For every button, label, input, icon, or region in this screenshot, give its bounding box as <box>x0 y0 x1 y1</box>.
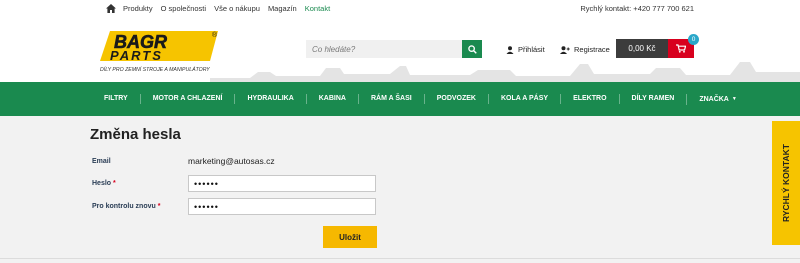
nav-filtry[interactable]: FILTRY <box>96 94 140 104</box>
nav-podvozek[interactable]: PODVOZEK <box>423 94 488 104</box>
top-nav-o-spolecnosti[interactable]: O společnosti <box>161 4 206 13</box>
nav-elektro[interactable]: ELEKTRO <box>560 94 618 104</box>
top-nav-magazin[interactable]: Magazín <box>268 4 297 13</box>
top-nav-produkty[interactable]: Produkty <box>123 4 153 13</box>
quick-contact-tab-label: RYCHLÝ KONTAKT <box>781 144 792 222</box>
svg-text:®: ® <box>212 31 218 39</box>
nav-kabina[interactable]: KABINA <box>305 94 358 104</box>
category-nav: FILTRY MOTOR A CHLAZENÍ HYDRAULIKA KABIN… <box>0 82 800 116</box>
register-label: Registrace <box>574 45 610 54</box>
password-label: Heslo * <box>92 180 116 187</box>
nav-znacka-label: ZNAČKA <box>699 95 729 103</box>
email-label: Email <box>92 158 111 165</box>
search-box <box>306 40 482 58</box>
cart-count-badge: 0 <box>688 34 699 45</box>
svg-text:PARTS: PARTS <box>110 48 163 63</box>
nav-kola-a-pasy[interactable]: KOLA A PÁSY <box>488 94 560 104</box>
required-mark: * <box>157 203 161 210</box>
login-link[interactable]: Přihlásit <box>506 45 545 54</box>
password-label-text: Heslo <box>92 180 112 187</box>
bagr-parts-logo[interactable]: BAGR PARTS ® DÍLY PRO ZEMNÍ STROJE A MAN… <box>98 27 222 75</box>
divider <box>0 258 800 259</box>
quick-contact-tab[interactable]: RYCHLÝ KONTAKT <box>772 121 800 245</box>
search-button[interactable] <box>462 40 482 58</box>
password-confirm-label: Pro kontrolu znovu * <box>92 203 160 210</box>
nav-hydraulika[interactable]: HYDRAULIKA <box>234 94 305 104</box>
top-nav-kontakt[interactable]: Kontakt <box>305 4 330 13</box>
save-button[interactable]: Uložit <box>323 226 377 248</box>
email-value: marketing@autosas.cz <box>188 156 275 166</box>
register-link[interactable]: Registrace <box>560 45 610 54</box>
page-title: Změna hesla <box>90 126 181 143</box>
nav-motor-a-chlazeni[interactable]: MOTOR A CHLAZENÍ <box>139 94 235 104</box>
top-nav-vse-o-nakupu[interactable]: Vše o nákupu <box>214 4 260 13</box>
main-content: Změna hesla Email marketing@autosas.cz H… <box>0 116 800 263</box>
home-icon[interactable] <box>106 4 116 13</box>
site-header: BAGR PARTS ® DÍLY PRO ZEMNÍ STROJE A MAN… <box>0 18 800 82</box>
password-confirm-field[interactable] <box>188 198 376 215</box>
svg-text:DÍLY PRO ZEMNÍ STROJE A MANIPU: DÍLY PRO ZEMNÍ STROJE A MANIPULÁTORY <box>100 66 210 73</box>
user-plus-icon <box>560 45 570 54</box>
password-confirm-label-text: Pro kontrolu znovu <box>92 203 156 210</box>
nav-znacka-dropdown[interactable]: ZNAČKA ▼ <box>686 93 749 105</box>
search-input[interactable] <box>306 40 462 58</box>
login-label: Přihlásit <box>518 45 545 54</box>
required-mark: * <box>113 180 116 187</box>
top-nav: Produkty O společnosti Vše o nákupu Maga… <box>106 4 338 13</box>
cart-price: 0,00 Kč <box>616 39 668 58</box>
cart-button[interactable]: 0,00 Kč <box>616 39 694 58</box>
machinery-skyline-decoration <box>210 62 800 82</box>
search-icon <box>467 44 477 54</box>
chevron-down-icon: ▼ <box>731 95 737 102</box>
cart-icon <box>676 44 686 53</box>
top-bar: Produkty O společnosti Vše o nákupu Maga… <box>0 0 800 18</box>
nav-dily-ramen[interactable]: DÍLY RAMEN <box>618 94 687 104</box>
password-field[interactable] <box>188 175 376 192</box>
quick-contact-phone[interactable]: Rychlý kontakt: +420 777 700 621 <box>580 4 694 13</box>
nav-ram-a-sasi[interactable]: RÁM A ŠASI <box>357 94 424 104</box>
user-icon <box>506 45 514 54</box>
